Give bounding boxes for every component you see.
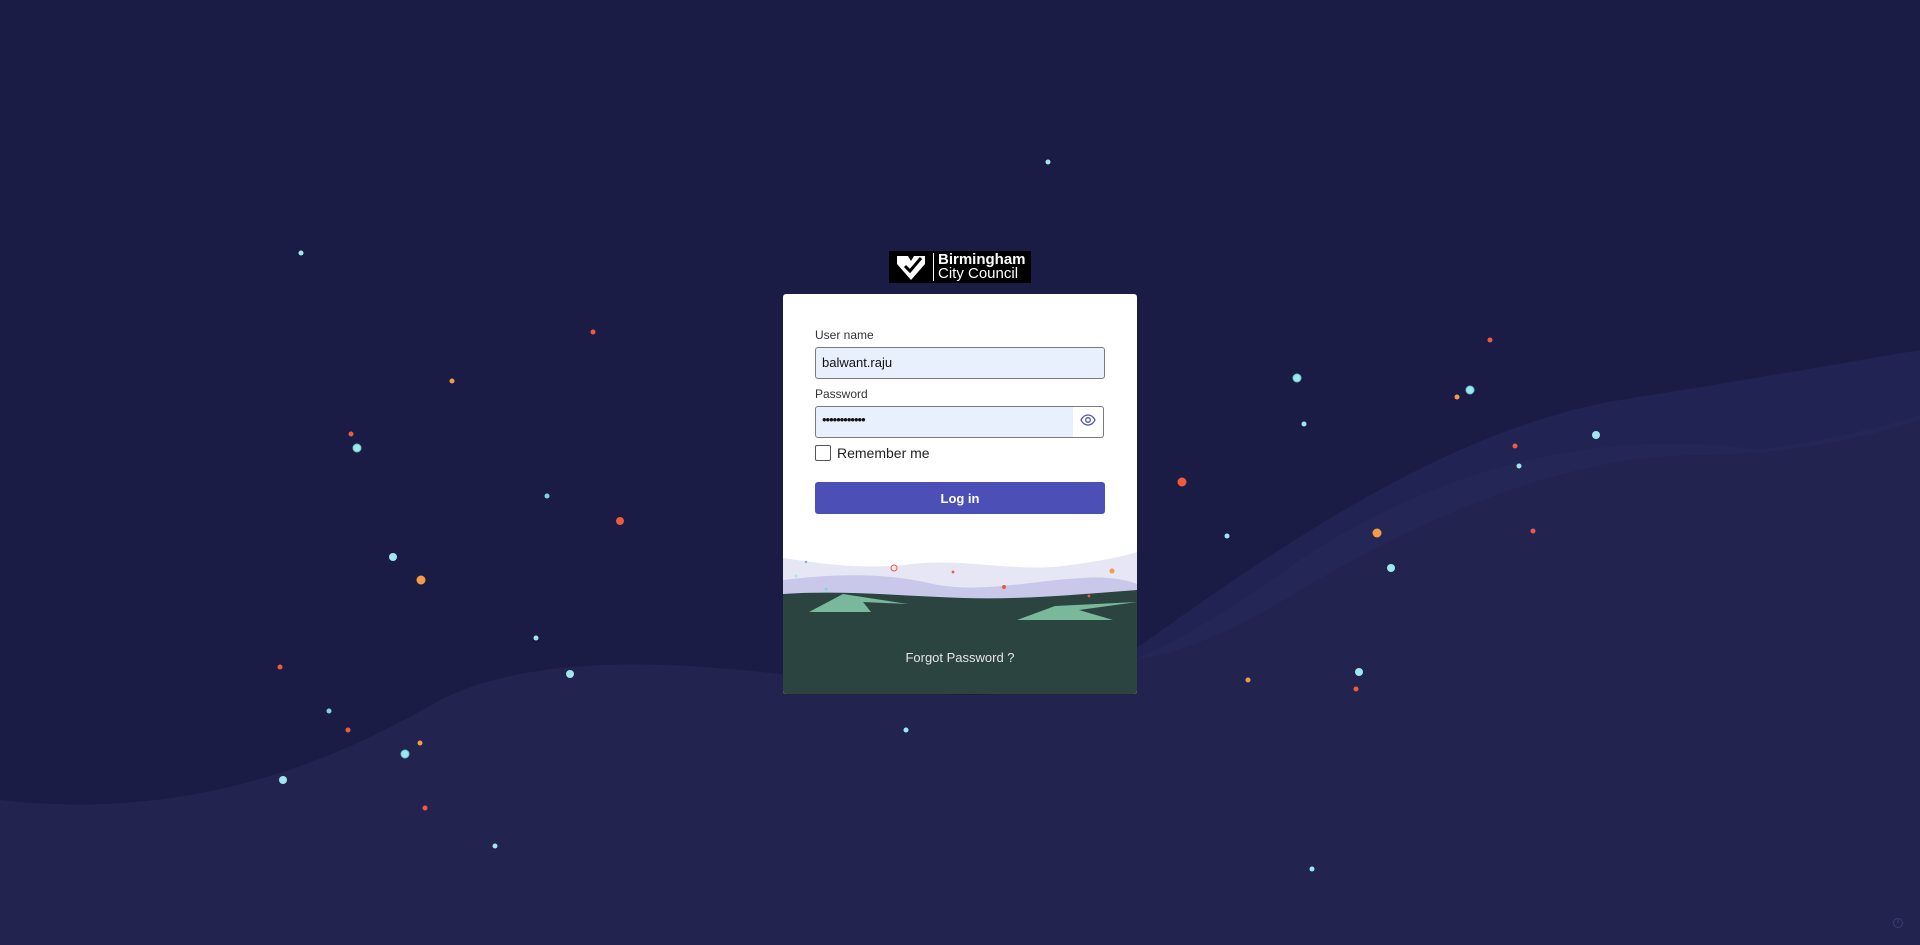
brand-logo: Birmingham City Council — [889, 251, 1031, 283]
eye-icon — [1080, 413, 1096, 431]
brand-name-line2: City Council — [938, 265, 1019, 282]
password-label: Password — [815, 387, 868, 401]
forgot-password-link[interactable]: Forgot Password ? — [783, 650, 1137, 665]
landscape-illustration — [783, 552, 1137, 694]
username-label: User name — [815, 328, 874, 342]
remember-me-label[interactable]: Remember me — [837, 445, 930, 461]
brand-name: Birmingham City Council — [933, 252, 1026, 282]
username-value: balwant.raju — [822, 355, 893, 370]
password-field: •••••••••••• — [815, 406, 1105, 438]
login-page: Birmingham City Council User name balwan… — [0, 0, 1920, 945]
password-input[interactable]: •••••••••••• — [815, 406, 1074, 438]
login-card: User name balwant.raju Password ••••••••… — [783, 294, 1137, 694]
remember-me-checkbox[interactable] — [815, 445, 831, 461]
login-button-label: Log in — [940, 490, 980, 506]
login-button[interactable]: Log in — [815, 482, 1105, 514]
power-icon[interactable] — [1892, 916, 1904, 928]
show-password-button[interactable] — [1073, 406, 1104, 438]
username-input[interactable]: balwant.raju — [815, 347, 1105, 379]
remember-me: Remember me — [815, 445, 930, 461]
heart-logo-icon — [889, 251, 933, 283]
password-value: •••••••••••• — [822, 412, 866, 427]
